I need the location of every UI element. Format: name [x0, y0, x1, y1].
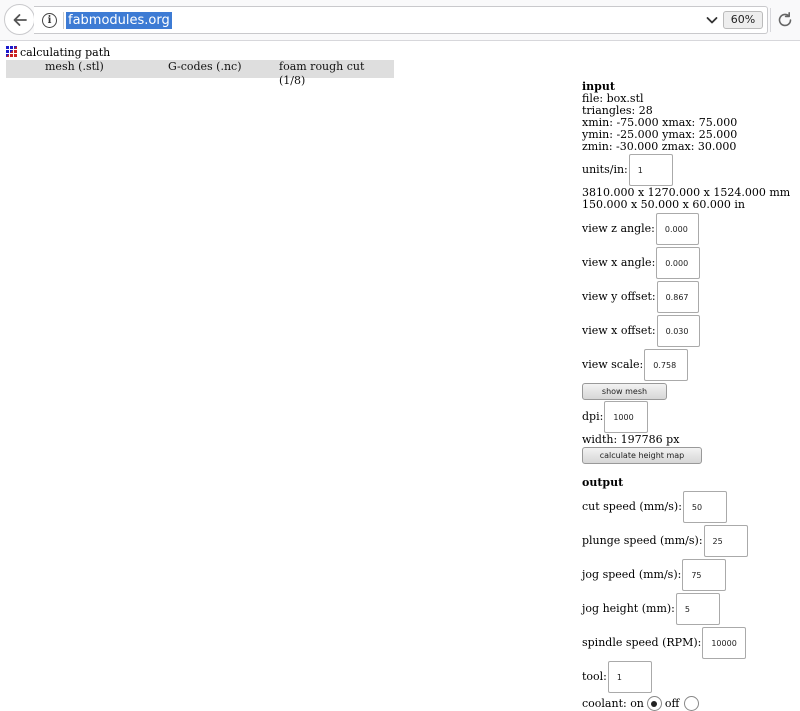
module-tabs: mesh (.stl) G-codes (.nc) foam rough cut… — [6, 60, 394, 87]
plunge-speed-label: plunge speed (mm/s): — [582, 534, 703, 547]
jog-speed-input[interactable] — [682, 559, 727, 591]
url-separator — [63, 12, 64, 29]
jog-height-row: jog height (mm): — [582, 592, 798, 626]
url-text[interactable]: fabmodules.org — [66, 12, 172, 29]
view-scale-row: view scale: — [582, 348, 798, 382]
coolant-off-label: off — [664, 696, 680, 710]
tool-label: tool: — [582, 670, 607, 683]
reload-icon[interactable] — [776, 11, 794, 29]
toolbar-separator — [770, 8, 771, 32]
view-z-label: view z angle: — [582, 222, 655, 235]
back-button[interactable] — [4, 4, 35, 35]
jog-speed-label: jog speed (mm/s): — [582, 568, 682, 581]
width-info: width: 197786 px — [582, 433, 680, 446]
view-z-input[interactable] — [655, 213, 699, 245]
cut-speed-row: cut speed (mm/s): — [582, 490, 798, 524]
view-scale-label: view scale: — [582, 358, 644, 371]
plunge-speed-input[interactable] — [703, 525, 748, 557]
view-y-offset-input[interactable] — [656, 281, 699, 313]
jog-speed-row: jog speed (mm/s): — [582, 558, 798, 592]
calculate-height-map-button[interactable]: calculate height map — [582, 447, 702, 464]
spindle-speed-label: spindle speed (RPM): — [582, 636, 702, 649]
tab-mesh[interactable]: mesh (.stl) — [45, 60, 104, 74]
cut-speed-label: cut speed (mm/s): — [582, 500, 682, 513]
jog-height-input[interactable] — [675, 593, 720, 625]
dpi-label: dpi: — [582, 410, 604, 423]
view-x-offset-row: view x offset: — [582, 314, 798, 348]
view-y-offset-row: view y offset: — [582, 280, 798, 314]
settings-panel: input file: box.stl triangles: 28 xmin: … — [582, 79, 798, 711]
status-text: calculating path — [20, 46, 111, 59]
view-x-offset-label: view x offset: — [582, 324, 656, 337]
spindle-speed-input[interactable] — [702, 627, 747, 659]
view-x-offset-input[interactable] — [656, 315, 700, 347]
zoom-indicator[interactable]: 60% — [723, 11, 763, 29]
tab-gcodes[interactable]: G-codes (.nc) — [168, 60, 242, 74]
status-line: calculating path — [6, 46, 110, 59]
coolant-label: coolant: on — [582, 696, 644, 710]
view-z-row: view z angle: — [582, 212, 798, 246]
view-x-row: view x angle: — [582, 246, 798, 280]
units-label: units/in: — [582, 163, 628, 176]
size-in: 150.000 x 50.000 x 60.000 in — [582, 198, 745, 211]
dpi-input[interactable] — [604, 401, 649, 433]
cut-speed-input[interactable] — [682, 491, 727, 523]
tool-input[interactable] — [607, 661, 652, 693]
output-heading: output — [582, 476, 624, 489]
units-row: units/in: — [582, 153, 798, 187]
z-range: zmin: -30.000 zmax: 30.000 — [582, 140, 737, 153]
dpi-row: dpi: — [582, 400, 798, 434]
browser-toolbar: i fabmodules.org 60% — [0, 0, 800, 41]
view-x-input[interactable] — [656, 247, 701, 279]
jog-height-label: jog height (mm): — [582, 602, 675, 615]
grid-icon — [6, 46, 17, 57]
units-input[interactable] — [628, 154, 673, 186]
view-scale-input[interactable] — [644, 349, 689, 381]
tool-row: tool: — [582, 660, 798, 694]
plunge-speed-row: plunge speed (mm/s): — [582, 524, 798, 558]
back-arrow-icon — [13, 13, 27, 26]
url-bar[interactable]: i fabmodules.org 60% — [34, 6, 768, 34]
show-mesh-button[interactable]: show mesh — [582, 383, 667, 400]
view-y-offset-label: view y offset: — [582, 290, 656, 303]
spindle-speed-row: spindle speed (RPM): — [582, 626, 798, 660]
tab-foam-rough-cut[interactable]: foam rough cut (1/8) — [279, 60, 394, 87]
view-x-label: view x angle: — [582, 256, 656, 269]
chevron-down-icon[interactable] — [704, 12, 720, 28]
info-icon[interactable]: i — [42, 13, 57, 28]
